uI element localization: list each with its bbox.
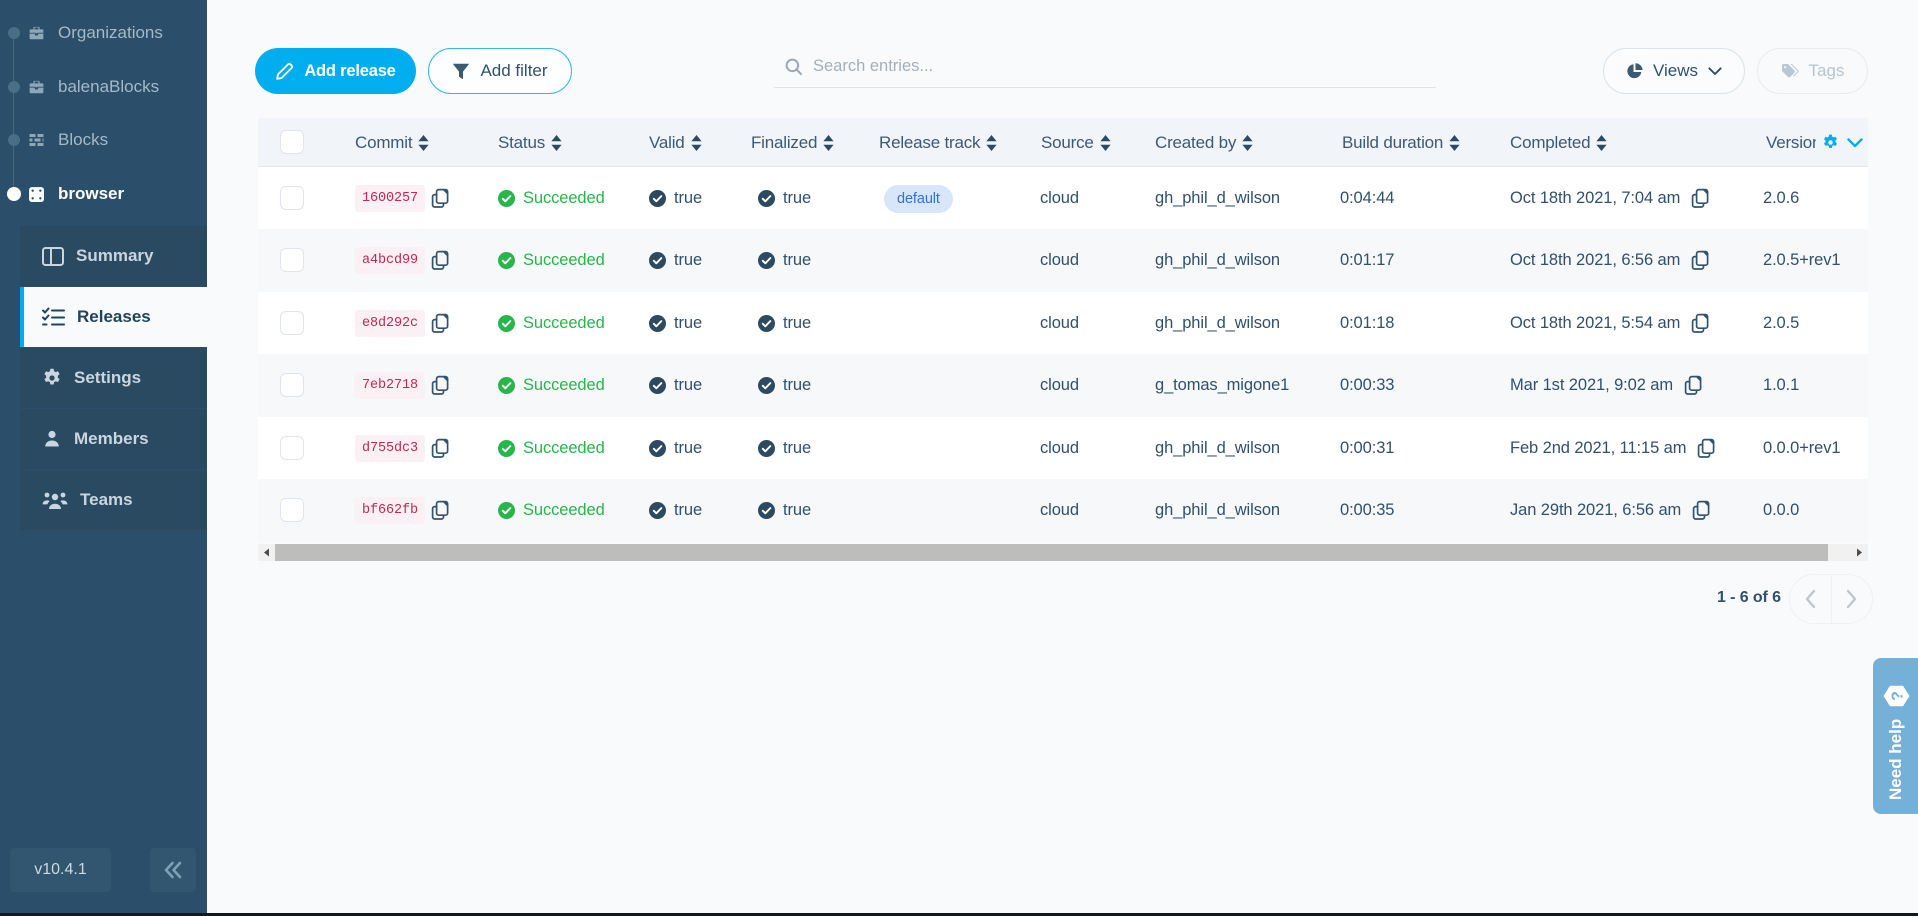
- svg-text:?: ?: [1889, 691, 1906, 701]
